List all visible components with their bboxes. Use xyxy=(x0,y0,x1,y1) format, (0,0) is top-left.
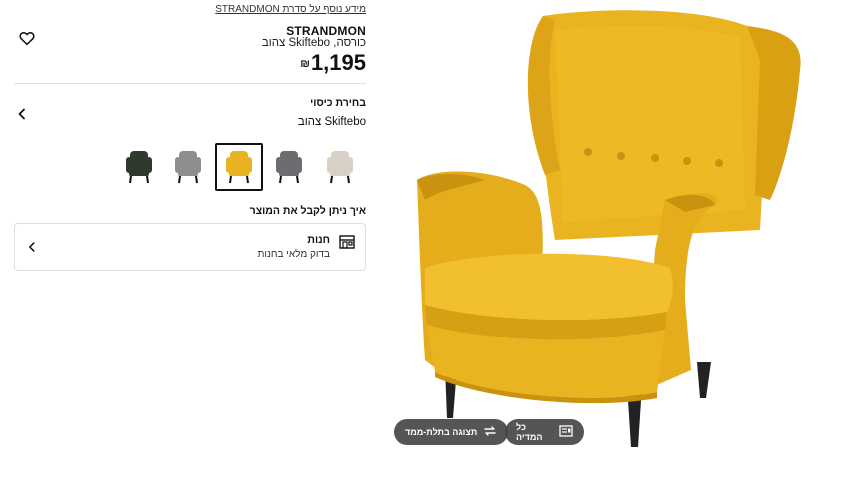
all-media-label: כל המדיה xyxy=(516,422,543,442)
swatch-grey[interactable] xyxy=(166,145,210,189)
store-subtitle: בדוק מלאי בחנות xyxy=(257,249,331,260)
gallery-icon xyxy=(559,425,573,439)
product-name: STRANDMON xyxy=(286,24,366,38)
swatch-beige[interactable] xyxy=(318,145,362,189)
product-image[interactable] xyxy=(395,0,842,480)
chevron-left-icon[interactable] xyxy=(14,106,30,122)
3d-rotate-icon xyxy=(483,425,497,439)
wishlist-heart-icon[interactable] xyxy=(18,29,36,47)
cover-heading: בחירת כיסוי xyxy=(310,97,366,109)
store-icon xyxy=(339,235,355,249)
swatch-yellow[interactable] xyxy=(215,143,263,191)
series-info-link[interactable]: מידע נוסף על סדרת STRANDMON xyxy=(200,4,366,15)
product-price: ₪ 1,195 xyxy=(300,50,366,76)
product-description: כורסה, Skiftebo צהוב xyxy=(261,37,366,49)
price-value: 1,195 xyxy=(310,50,366,75)
store-title: חנות xyxy=(307,234,330,246)
view-3d-label: תצוגה בתלת-ממד xyxy=(405,427,478,437)
view-3d-button[interactable]: תצוגה בתלת-ממד xyxy=(394,419,509,445)
swatch-dark-green[interactable] xyxy=(117,145,161,189)
divider xyxy=(14,83,366,84)
chevron-left-icon xyxy=(25,240,39,254)
selected-cover-name: Skiftebo צהוב xyxy=(297,116,366,128)
currency-symbol: ₪ xyxy=(300,58,310,70)
swatch-dark-grey[interactable] xyxy=(267,145,311,189)
delivery-heading: איך ניתן לקבל את המוצר xyxy=(249,205,366,217)
all-media-button[interactable]: כל המדיה xyxy=(505,419,584,445)
store-availability-card[interactable]: חנות בדוק מלאי בחנות xyxy=(14,223,366,271)
